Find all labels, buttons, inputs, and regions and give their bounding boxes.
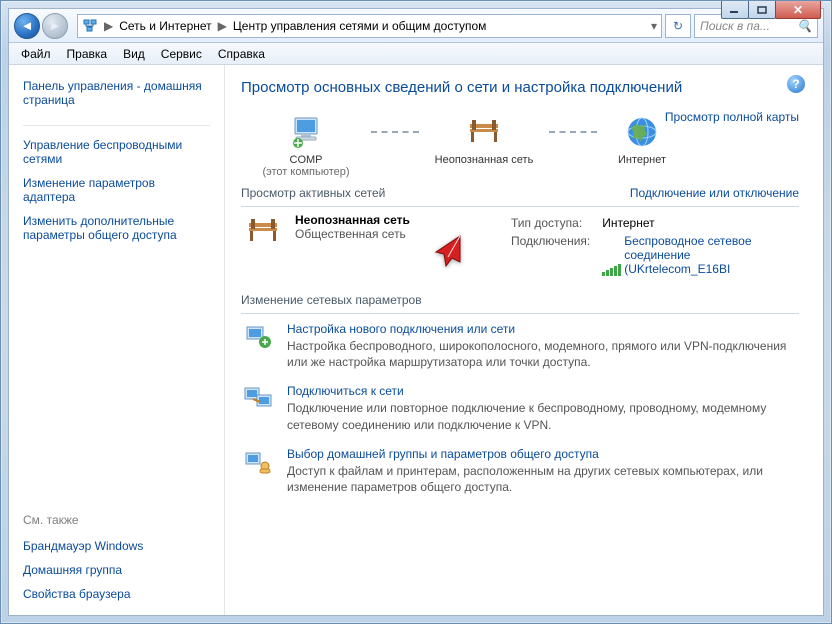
sidebar-wireless-link[interactable]: Управление беспроводными сетями	[23, 136, 210, 168]
computer-icon	[241, 110, 371, 154]
page-title: Просмотр основных сведений о сети и наст…	[241, 79, 799, 96]
connection-name: Беспроводное сетевое соединение (UKrtele…	[624, 234, 764, 276]
active-networks-header: Просмотр активных сетей	[241, 186, 385, 200]
connection-line-icon	[371, 110, 419, 154]
network-type[interactable]: Общественная сеть	[295, 227, 410, 241]
menu-bar: Файл Правка Вид Сервис Справка	[9, 43, 823, 65]
connect-network-link[interactable]: Подключиться к сети	[287, 384, 404, 398]
close-button[interactable]: ✕	[775, 1, 821, 19]
nav-forward-button: ►	[42, 13, 68, 39]
connection-line-icon	[549, 110, 597, 154]
nav-back-button[interactable]: ◄	[14, 13, 40, 39]
network-name: Неопознанная сеть	[295, 213, 410, 227]
new-connection-desc: Настройка беспроводного, широкополосного…	[287, 338, 799, 370]
maximize-button[interactable]	[748, 1, 776, 19]
crumb-page[interactable]: Центр управления сетями и общим доступом	[233, 19, 487, 33]
homegroup-icon	[241, 447, 275, 477]
search-icon: 🔍	[797, 19, 812, 33]
sidebar-adapter-link[interactable]: Изменение параметров адаптера	[23, 174, 210, 206]
refresh-button[interactable]: ↻	[665, 14, 691, 38]
minimize-button[interactable]	[721, 1, 749, 19]
menu-view[interactable]: Вид	[115, 45, 153, 63]
full-map-link[interactable]: Просмотр полной карты	[665, 110, 799, 124]
network-icon	[82, 18, 98, 34]
connections-label: Подключения:	[511, 233, 600, 277]
sidebar-homegroup-link[interactable]: Домашняя группа	[23, 561, 210, 579]
menu-edit[interactable]: Правка	[59, 45, 116, 63]
sidebar-sharing-link[interactable]: Изменить дополнительные параметры общего…	[23, 212, 210, 244]
access-type-label: Тип доступа:	[511, 215, 600, 231]
address-bar: ◄ ► ▶ Сеть и Интернет ▶ Центр управления…	[9, 9, 823, 43]
signal-icon	[602, 264, 621, 276]
homegroup-link[interactable]: Выбор домашней группы и параметров общег…	[287, 447, 599, 461]
search-placeholder: Поиск в па...	[700, 19, 770, 33]
chevron-right-icon: ▶	[218, 19, 227, 33]
menu-file[interactable]: Файл	[13, 45, 59, 63]
node-internet-label: Интернет	[597, 154, 687, 166]
help-icon[interactable]: ?	[787, 75, 805, 93]
sidebar: Панель управления - домашняя страница Уп…	[9, 65, 225, 615]
breadcrumb[interactable]: ▶ Сеть и Интернет ▶ Центр управления сет…	[77, 14, 662, 38]
change-settings-header: Изменение сетевых параметров	[241, 293, 799, 307]
connect-network-desc: Подключение или повторное подключение к …	[287, 400, 799, 432]
connect-network-icon	[241, 384, 275, 414]
connection-link[interactable]: Беспроводное сетевое соединение (UKrtele…	[602, 233, 774, 277]
sidebar-browser-link[interactable]: Свойства браузера	[23, 585, 210, 603]
crumb-category[interactable]: Сеть и Интернет	[119, 19, 211, 33]
connect-disconnect-link[interactable]: Подключение или отключение	[630, 186, 799, 200]
sidebar-firewall-link[interactable]: Брандмауэр Windows	[23, 537, 210, 555]
new-connection-icon	[241, 322, 275, 352]
new-connection-link[interactable]: Настройка нового подключения или сети	[287, 322, 515, 336]
menu-help[interactable]: Справка	[210, 45, 273, 63]
bench-icon	[419, 110, 549, 154]
bench-icon	[241, 213, 285, 249]
chevron-down-icon[interactable]: ▾	[651, 19, 657, 33]
access-type-value: Интернет	[602, 215, 774, 231]
menu-service[interactable]: Сервис	[153, 45, 210, 63]
content-area: ? Просмотр основных сведений о сети и на…	[225, 65, 823, 615]
chevron-right-icon: ▶	[104, 19, 113, 33]
control-panel-home-link[interactable]: Панель управления - домашняя страница	[23, 77, 210, 109]
node-comp-sub: (этот компьютер)	[241, 166, 371, 178]
see-also-label: См. также	[23, 513, 210, 527]
node-unknown-label: Неопознанная сеть	[419, 154, 549, 166]
homegroup-desc: Доступ к файлам и принтерам, расположенн…	[287, 463, 799, 495]
node-comp-label: COMP	[241, 154, 371, 166]
